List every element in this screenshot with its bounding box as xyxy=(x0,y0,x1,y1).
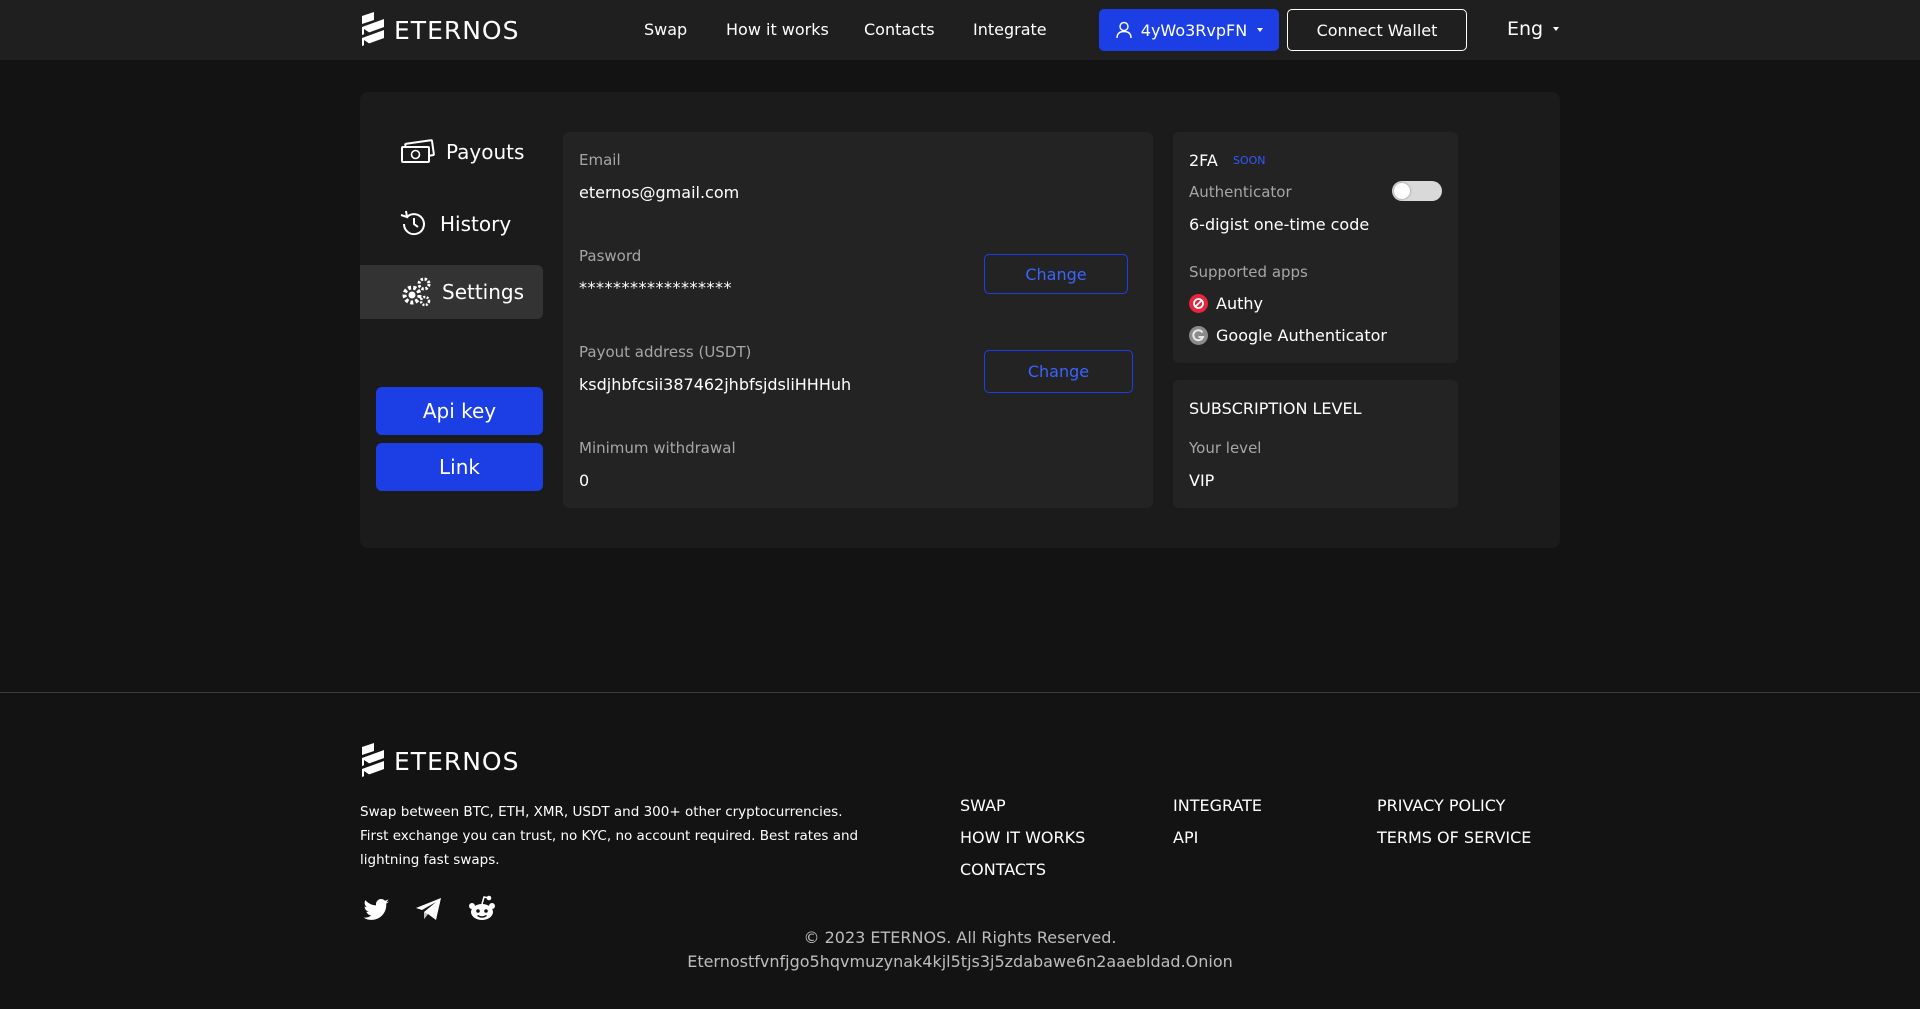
history-icon xyxy=(400,210,425,236)
nav-contacts[interactable]: Contacts xyxy=(864,20,935,39)
account-details-card: Email eternos@gmail.com Pasword ********… xyxy=(563,132,1153,508)
toggle-knob xyxy=(1394,183,1410,199)
chevron-down-icon xyxy=(1257,28,1264,32)
email-label: Email xyxy=(579,151,621,169)
nav-integrate[interactable]: Integrate xyxy=(973,20,1047,39)
chevron-down-icon xyxy=(1553,27,1560,31)
password-value: ****************** xyxy=(579,278,732,297)
footer-divider xyxy=(0,692,1920,693)
level-value: VIP xyxy=(1189,471,1215,490)
code-description: 6-digist one-time code xyxy=(1189,215,1370,234)
nav-swap[interactable]: Swap xyxy=(644,20,687,39)
app-name: Google Authenticator xyxy=(1216,326,1387,345)
subscription-card: SUBSCRIPTION LEVEL Your level VIP xyxy=(1173,380,1458,508)
eternos-logo-icon xyxy=(362,743,384,779)
telegram-icon[interactable] xyxy=(413,893,445,925)
sidebar-item-label: History xyxy=(440,212,512,236)
language-label: Eng xyxy=(1507,18,1544,40)
footer-brand-logo[interactable]: ETERNOS xyxy=(360,741,519,781)
twofa-title: 2FA xyxy=(1189,151,1218,170)
sidebar-item-label: Settings xyxy=(442,280,525,304)
google-authenticator-icon xyxy=(1189,326,1208,345)
authenticator-label: Authenticator xyxy=(1189,183,1292,201)
footer-description: Swap between BTC, ETH, XMR, USDT and 300… xyxy=(360,804,859,868)
gears-icon xyxy=(402,277,431,307)
your-level-label: Your level xyxy=(1189,439,1262,457)
sidebar-item-payouts[interactable]: Payouts xyxy=(400,134,524,170)
app-name: Authy xyxy=(1216,294,1263,313)
footer-link-api[interactable]: API xyxy=(1173,828,1198,847)
account-id: 4yWo3RvpFN xyxy=(1140,20,1248,40)
reddit-icon[interactable] xyxy=(466,893,498,925)
sidebar-item-settings[interactable]: Settings xyxy=(360,265,543,319)
sidebar-item-label: Payouts xyxy=(446,140,525,164)
link-button[interactable]: Link xyxy=(376,443,543,491)
money-icon xyxy=(401,139,435,163)
authenticator-toggle[interactable] xyxy=(1392,181,1442,201)
connect-wallet-button[interactable]: Connect Wallet xyxy=(1287,9,1467,51)
top-navbar: ETERNOS Swap How it works Contacts Integ… xyxy=(0,0,1920,60)
supported-apps-label: Supported apps xyxy=(1189,263,1308,281)
email-value: eternos@gmail.com xyxy=(579,183,740,202)
twofa-card: 2FA SOON Authenticator 6-digist one-time… xyxy=(1173,132,1458,363)
change-payout-address-button[interactable]: Change xyxy=(984,350,1133,393)
minimum-withdrawal-value: 0 xyxy=(579,471,590,490)
footer-link-privacy-policy[interactable]: PRIVACY POLICY xyxy=(1377,796,1505,815)
brand-name: ETERNOS xyxy=(394,746,520,776)
soon-badge: SOON xyxy=(1233,154,1266,167)
api-key-button[interactable]: Api key xyxy=(376,387,543,435)
brand-logo[interactable]: ETERNOS xyxy=(360,10,519,50)
authy-icon xyxy=(1189,294,1208,313)
language-selector[interactable]: Eng xyxy=(1507,18,1560,40)
footer-link-swap[interactable]: SWAP xyxy=(960,796,1006,815)
footer-link-integrate[interactable]: INTEGRATE xyxy=(1173,796,1262,815)
eternos-logo-icon xyxy=(362,12,384,48)
twitter-icon[interactable] xyxy=(360,893,392,925)
onion-address: Eternostfvnfjgo5hqvmuzynak4kjl5tjs3j5zda… xyxy=(687,952,1233,971)
nav-how-it-works[interactable]: How it works xyxy=(726,20,829,39)
brand-name: ETERNOS xyxy=(394,15,520,45)
app-google-authenticator: Google Authenticator xyxy=(1189,326,1387,345)
change-password-button[interactable]: Change xyxy=(984,254,1128,294)
account-panel: Payouts History Settings Api key Link Em… xyxy=(360,92,1560,548)
app-authy: Authy xyxy=(1189,294,1263,313)
subscription-title: SUBSCRIPTION LEVEL xyxy=(1189,399,1362,418)
account-dropdown-button[interactable]: 4yWo3RvpFN xyxy=(1099,9,1279,51)
sidebar-item-history[interactable]: History xyxy=(398,206,511,242)
minimum-withdrawal-label: Minimum withdrawal xyxy=(579,439,736,457)
footer-link-terms-of-service[interactable]: TERMS OF SERVICE xyxy=(1377,828,1531,847)
copyright-text: © 2023 ETERNOS. All Rights Reserved. xyxy=(803,928,1117,947)
payout-address-value: ksdjhbfcsii387462jhbfsjdsliHHHuh xyxy=(579,375,852,394)
copyright-block: © 2023 ETERNOS. All Rights Reserved. Ete… xyxy=(0,926,1920,974)
password-label: Pasword xyxy=(579,247,642,265)
footer-link-contacts[interactable]: CONTACTS xyxy=(960,860,1046,879)
user-icon xyxy=(1116,21,1132,39)
payout-address-label: Payout address (USDT) xyxy=(579,343,752,361)
footer-link-how-it-works[interactable]: HOW IT WORKS xyxy=(960,828,1085,847)
